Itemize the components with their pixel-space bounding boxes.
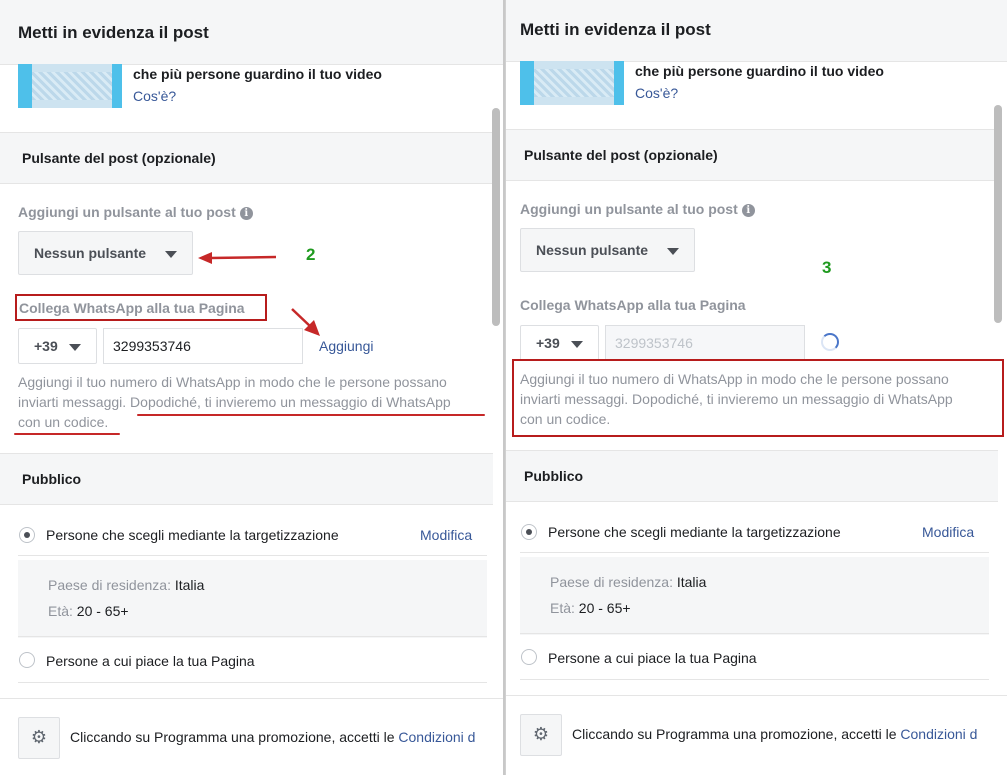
boost-post-dialog-left: Metti in evidenza il post che più person… bbox=[0, 0, 503, 775]
video-thumbnail bbox=[18, 64, 122, 108]
dropdown-value: Nessun pulsante bbox=[536, 242, 649, 258]
divider bbox=[18, 682, 487, 683]
terms-text: Cliccando su Programma una promozione, a… bbox=[70, 729, 476, 745]
underline-annotation bbox=[14, 433, 120, 435]
divider bbox=[520, 633, 989, 634]
radio-targeting[interactable] bbox=[19, 527, 35, 543]
step-number: 3 bbox=[822, 258, 832, 277]
promo-objective-text: che più persone guardino il tuo video bbox=[635, 63, 884, 79]
scrollbar-thumb[interactable] bbox=[994, 105, 1002, 323]
country-code-value: +39 bbox=[34, 338, 58, 354]
caret-down-icon bbox=[69, 344, 81, 351]
underline-annotation bbox=[137, 414, 485, 416]
add-link[interactable]: Aggiungi bbox=[319, 338, 374, 354]
country-code-select[interactable]: +39 bbox=[18, 328, 97, 364]
dialog-header: Metti in evidenza il post bbox=[0, 0, 503, 65]
promo-objective-text: che più persone guardino il tuo video bbox=[133, 66, 382, 82]
section-audience: Pubblico bbox=[0, 453, 493, 505]
post-button-dropdown[interactable]: Nessun pulsante bbox=[520, 228, 695, 272]
audience-details: Paese di residenza: Italia Età: 20 - 65+ bbox=[18, 560, 487, 638]
edit-link[interactable]: Modifica bbox=[420, 527, 472, 543]
whatsapp-label: Collega WhatsApp alla tua Pagina bbox=[19, 300, 245, 316]
video-thumbnail bbox=[520, 61, 624, 105]
divider bbox=[18, 636, 487, 637]
radio-page-fans[interactable] bbox=[521, 649, 537, 665]
age-row: Età: 20 - 65+ bbox=[48, 603, 129, 619]
settings-button[interactable]: ⚙ bbox=[520, 714, 562, 756]
whatsapp-help-text: Aggiungi il tuo numero di WhatsApp in mo… bbox=[18, 374, 451, 430]
step-number: 2 bbox=[306, 245, 316, 264]
terms-link[interactable]: Condizioni d bbox=[398, 729, 475, 745]
divider bbox=[520, 679, 989, 680]
caret-down-icon bbox=[667, 248, 679, 255]
caret-down-icon bbox=[165, 251, 177, 258]
section-title: Pubblico bbox=[524, 468, 584, 484]
phone-number-input[interactable] bbox=[605, 325, 805, 361]
divider bbox=[520, 552, 989, 553]
section-audience: Pubblico bbox=[506, 450, 998, 502]
section-post-button: Pulsante del post (opzionale) bbox=[506, 129, 998, 181]
whatsapp-label: Collega WhatsApp alla tua Pagina bbox=[520, 297, 746, 313]
terms-text: Cliccando su Programma una promozione, a… bbox=[572, 726, 978, 742]
add-button-label: Aggiungi un pulsante al tuo post i bbox=[520, 201, 755, 217]
dialog-header: Metti in evidenza il post bbox=[506, 0, 1007, 62]
add-button-label: Aggiungi un pulsante al tuo post i bbox=[18, 204, 253, 220]
phone-number-input[interactable] bbox=[103, 328, 303, 364]
terms-link[interactable]: Condizioni d bbox=[900, 726, 977, 742]
section-post-button: Pulsante del post (opzionale) bbox=[0, 132, 493, 184]
audience-details: Paese di residenza: Italia Età: 20 - 65+ bbox=[520, 557, 989, 635]
audience-option-targeting: Persone che scegli mediante la targetizz… bbox=[548, 524, 841, 540]
country-row: Paese di residenza: Italia bbox=[48, 577, 205, 593]
whats-this-link[interactable]: Cos'è? bbox=[635, 85, 678, 101]
gear-icon: ⚙ bbox=[30, 727, 48, 747]
whats-this-link[interactable]: Cos'è? bbox=[133, 88, 176, 104]
country-row: Paese di residenza: Italia bbox=[550, 574, 707, 590]
gear-icon: ⚙ bbox=[532, 724, 550, 744]
caret-down-icon bbox=[571, 341, 583, 348]
age-row: Età: 20 - 65+ bbox=[550, 600, 631, 616]
boost-post-dialog-right: Metti in evidenza il post che più person… bbox=[505, 0, 1007, 775]
dialog-title: Metti in evidenza il post bbox=[18, 23, 209, 42]
post-button-dropdown[interactable]: Nessun pulsante bbox=[18, 231, 193, 275]
red-arrow-icon bbox=[198, 252, 277, 264]
radio-targeting[interactable] bbox=[521, 524, 537, 540]
info-icon[interactable]: i bbox=[239, 206, 253, 220]
info-icon[interactable]: i bbox=[741, 203, 755, 217]
dialog-title: Metti in evidenza il post bbox=[520, 20, 711, 39]
edit-link[interactable]: Modifica bbox=[922, 524, 974, 540]
settings-button[interactable]: ⚙ bbox=[18, 717, 60, 759]
radio-page-fans[interactable] bbox=[19, 652, 35, 668]
section-title: Pulsante del post (opzionale) bbox=[22, 150, 216, 166]
scrollbar-thumb[interactable] bbox=[492, 108, 500, 326]
whatsapp-help-text: Aggiungi il tuo numero di WhatsApp in mo… bbox=[520, 371, 953, 427]
divider bbox=[18, 555, 487, 556]
dialog-footer: ⚙ Cliccando su Programma una promozione,… bbox=[506, 695, 1007, 775]
section-title: Pulsante del post (opzionale) bbox=[524, 147, 718, 163]
section-title: Pubblico bbox=[22, 471, 82, 487]
audience-option-page-fans: Persone a cui piace la tua Pagina bbox=[46, 653, 255, 669]
audience-option-targeting: Persone che scegli mediante la targetizz… bbox=[46, 527, 339, 543]
dropdown-value: Nessun pulsante bbox=[34, 245, 147, 261]
country-code-select[interactable]: +39 bbox=[520, 325, 599, 361]
audience-option-page-fans: Persone a cui piace la tua Pagina bbox=[548, 650, 757, 666]
loading-spinner-icon bbox=[821, 333, 839, 351]
dialog-footer: ⚙ Cliccando su Programma una promozione,… bbox=[0, 698, 503, 775]
country-code-value: +39 bbox=[536, 335, 560, 351]
